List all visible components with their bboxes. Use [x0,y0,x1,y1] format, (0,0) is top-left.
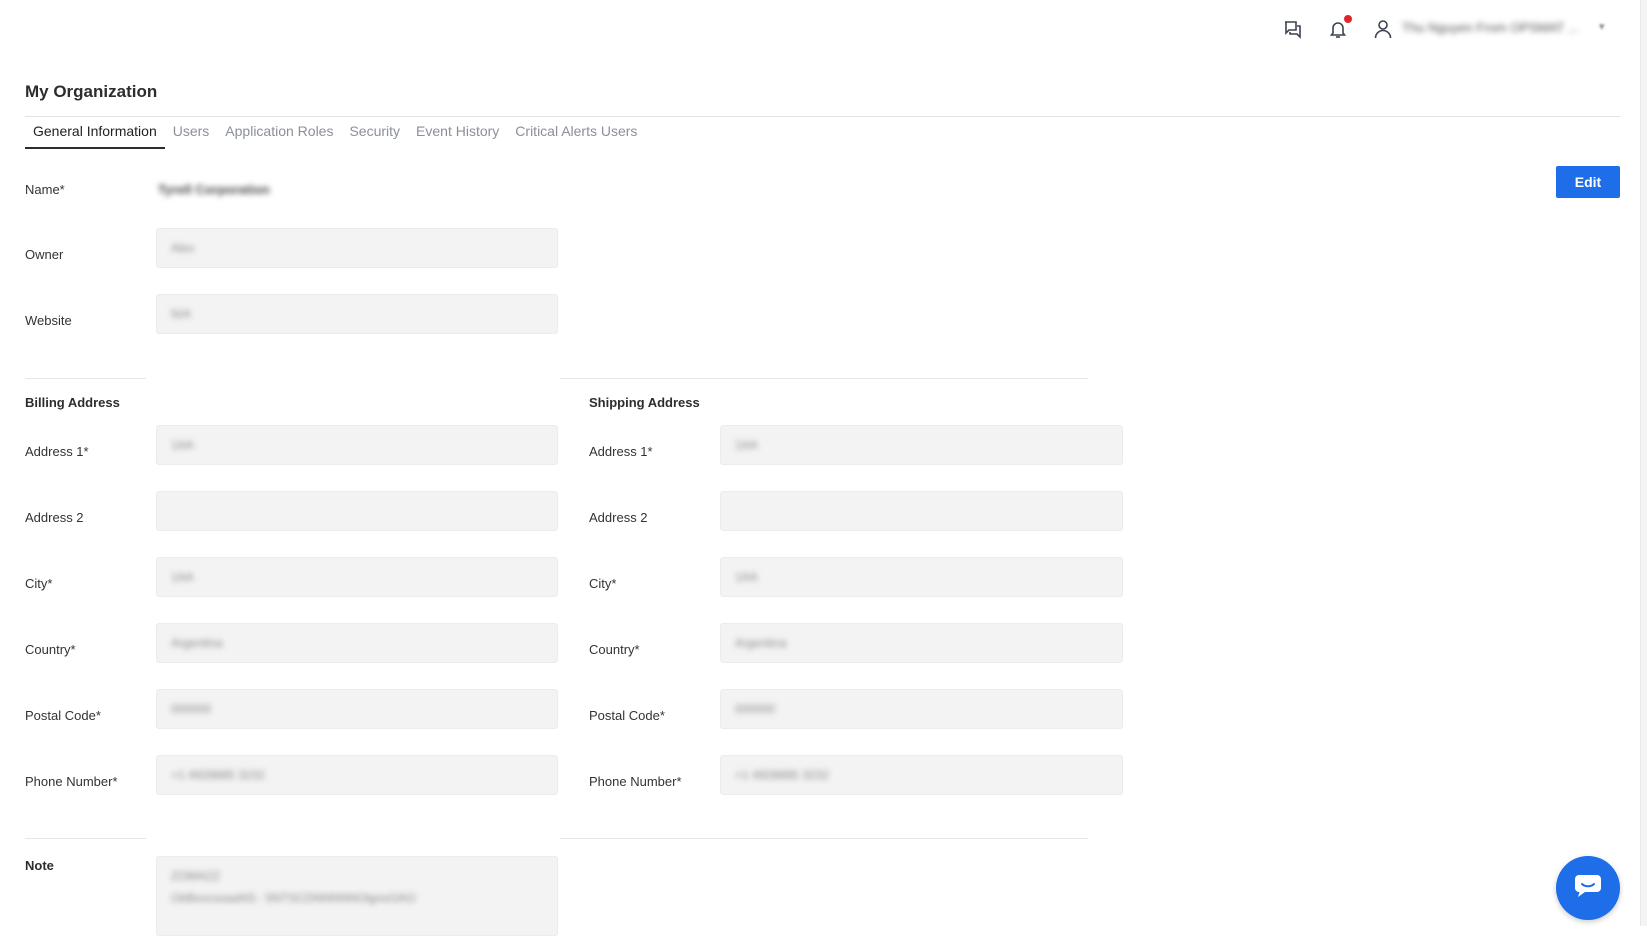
shipping-address2-field[interactable] [720,491,1123,531]
notification-dot [1344,15,1352,23]
website-field[interactable]: N/A [156,294,558,334]
owner-field[interactable]: Alex [156,228,558,268]
billing-address1-field[interactable]: 1AA [156,425,558,465]
name-value: Tyrell Corporation [158,182,270,197]
billing-country-field[interactable]: Argentina [156,623,558,663]
shipping-address1-label: Address 1* [589,444,653,459]
tab-event-history[interactable]: Event History [408,123,507,149]
billing-postal-code-value: 000000 [171,702,212,716]
owner-label: Owner [25,247,64,262]
chat-icon[interactable] [1282,18,1304,40]
shipping-postal-code-label: Postal Code* [589,708,665,723]
shipping-postal-code-field[interactable]: 000000 [720,689,1123,729]
scrollbar[interactable] [1640,0,1647,926]
message-icon [1573,872,1603,905]
billing-phone-value: +1 4928885 3232 [171,768,265,782]
name-label: Name* [25,182,65,197]
billing-address2-label: Address 2 [25,510,84,525]
billing-address1-value: 1AA [171,438,194,452]
billing-postal-code-label: Postal Code* [25,708,101,723]
shipping-phone-value: +1 4928885 3232 [735,768,829,782]
shipping-address-heading: Shipping Address [589,395,700,410]
section-divider [560,838,1088,839]
billing-phone-field[interactable]: +1 4928885 3232 [156,755,558,795]
shipping-country-label: Country* [589,642,640,657]
owner-value: Alex [171,241,195,255]
billing-city-value: 1AA [171,570,194,584]
page-title: My Organization [25,82,158,101]
billing-city-label: City* [25,576,53,591]
shipping-address1-field[interactable]: 1AA [720,425,1123,465]
title-divider [25,116,1620,117]
billing-address-heading: Billing Address [25,395,120,410]
billing-phone-label: Phone Number* [25,774,118,789]
note-heading: Note [25,858,54,873]
user-icon[interactable] [1372,18,1394,40]
note-line-1: ZOMAZZ [171,869,221,883]
billing-country-value: Argentina [171,636,223,650]
billing-postal-code-field[interactable]: 000000 [156,689,558,729]
shipping-phone-label: Phone Number* [589,774,682,789]
user-name[interactable]: Thu Nguyen From OPSMAT ... [1402,20,1579,35]
tab-general-information[interactable]: General Information [25,123,165,149]
chat-bubble-button[interactable] [1556,856,1620,920]
tab-application-roles[interactable]: Application Roles [217,123,341,149]
section-divider [25,378,146,379]
website-label: Website [25,313,72,328]
shipping-country-field[interactable]: Argentina [720,623,1123,663]
shipping-postal-code-value: 000000 [735,702,776,716]
chevron-down-icon[interactable]: ▾ [1599,20,1605,33]
tab-users[interactable]: Users [165,123,218,149]
shipping-country-value: Argentina [735,636,787,650]
section-divider [560,378,1088,379]
billing-address1-label: Address 1* [25,444,89,459]
note-field[interactable]: ZOMAZZ ObBxocssaaNS : 5NTSCDNNNNNOlgnoOA… [156,856,558,936]
tab-critical-alerts-users[interactable]: Critical Alerts Users [507,123,645,149]
billing-city-field[interactable]: 1AA [156,557,558,597]
section-divider [25,838,146,839]
tab-bar: General Information Users Application Ro… [25,123,645,149]
shipping-city-value: 1AA [735,570,758,584]
note-line-2: ObBxocssaaNS : 5NTSCDNNNNNOlgnoOAO [171,891,416,905]
website-value: N/A [171,307,192,321]
shipping-city-field[interactable]: 1AA [720,557,1123,597]
edit-button[interactable]: Edit [1556,166,1620,198]
shipping-phone-field[interactable]: +1 4928885 3232 [720,755,1123,795]
top-bar: Thu Nguyen From OPSMAT ... ▾ [0,0,1647,58]
billing-address2-field[interactable] [156,491,558,531]
tab-security[interactable]: Security [341,123,408,149]
shipping-address1-value: 1AA [735,438,758,452]
shipping-city-label: City* [589,576,617,591]
billing-country-label: Country* [25,642,76,657]
shipping-address2-label: Address 2 [589,510,648,525]
